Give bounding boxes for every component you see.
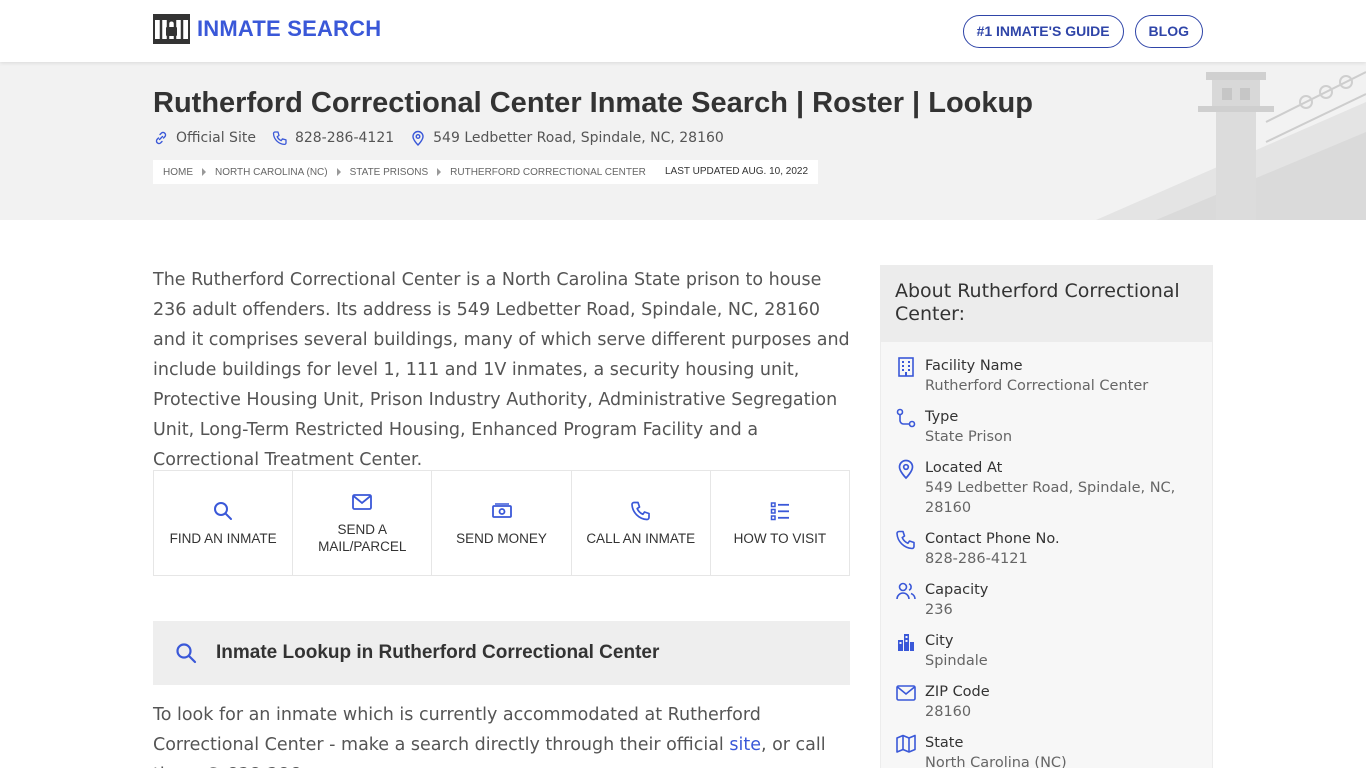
phone-number: 828-286-4121	[294, 130, 395, 146]
call-inmate-action[interactable]: CALL AN INMATE	[572, 471, 711, 575]
how-to-visit-action[interactable]: HOW TO VISIT	[711, 471, 849, 575]
find-inmate-label: FIND AN INMATE	[169, 530, 277, 546]
official-site-inline-link[interactable]: site	[729, 735, 761, 755]
fact-state: State North Carolina (NC)	[895, 733, 1212, 768]
search-icon	[176, 643, 197, 664]
phone-icon	[630, 501, 650, 520]
call-inmate-label: CALL AN INMATE	[586, 530, 696, 546]
fact-value: 549 Ledbetter Road, Spindale, NC, 28160	[925, 480, 1176, 516]
hero-banner: Rutherford Correctional Center Inmate Se…	[0, 62, 1366, 220]
send-money-label: SEND MONEY	[456, 530, 547, 546]
fact-city: City Spindale	[895, 631, 1212, 671]
list-icon	[770, 501, 789, 520]
fact-label: Capacity	[925, 582, 989, 598]
fact-zip-code: ZIP Code 28160	[895, 682, 1212, 722]
brand-name: INMATE SEARCH	[197, 16, 382, 41]
official-site-label: Official Site	[176, 130, 256, 146]
fact-label: City	[925, 633, 954, 649]
breadcrumb-current[interactable]: RUTHERFORD CORRECTIONAL CENTER	[450, 167, 646, 178]
money-icon	[491, 502, 512, 518]
phone-icon	[272, 131, 287, 146]
lookup-text-start: To look for an inmate which is currently…	[153, 705, 761, 755]
main-nav: #1 INMATE'S GUIDE BLOG	[962, 15, 1203, 48]
address-text: 549 Ledbetter Road, Spindale, NC, 28160	[433, 130, 724, 146]
send-money-action[interactable]: SEND MONEY	[432, 471, 572, 575]
facility-sidebar: About Rutherford Correctional Center: Fa…	[880, 265, 1213, 768]
lookup-paragraph: To look for an inmate which is currently…	[153, 700, 843, 768]
quick-actions: FIND AN INMATE SEND A MAIL/PARCEL SEND M…	[153, 470, 850, 576]
map-pin-icon	[412, 130, 424, 146]
phone-icon	[896, 530, 915, 550]
fact-value: 236	[925, 602, 953, 618]
site-logo[interactable]: INMATE SEARCH	[153, 14, 381, 44]
address: 549 Ledbetter Road, Spindale, NC, 28160	[410, 130, 724, 146]
breadcrumb-separator	[336, 168, 341, 176]
fact-label: ZIP Code	[925, 684, 990, 700]
nav-inmates-guide-button[interactable]: #1 INMATE'S GUIDE	[962, 15, 1124, 48]
link-icon	[155, 131, 167, 145]
fact-value: North Carolina (NC)	[925, 755, 1067, 768]
fact-label: Facility Name	[925, 358, 1023, 374]
inmate-lookup-header: Inmate Lookup in Rutherford Correctional…	[153, 621, 850, 685]
mail-icon	[352, 494, 373, 510]
lookup-title: Inmate Lookup in Rutherford Correctional…	[216, 642, 660, 663]
facility-facts: Facility Name Rutherford Correctional Ce…	[881, 342, 1212, 768]
send-mail-label: SEND A MAIL/PARCEL	[318, 522, 407, 554]
building-icon	[898, 357, 914, 377]
find-inmate-action[interactable]: FIND AN INMATE	[154, 471, 294, 575]
fact-contact-phone: Contact Phone No. 828-286-4121	[895, 529, 1212, 569]
official-site-link[interactable]: Official Site	[153, 130, 256, 146]
send-mail-action[interactable]: SEND A MAIL/PARCEL	[293, 471, 433, 575]
fact-type: Type State Prison	[895, 407, 1212, 447]
fact-capacity: Capacity 236	[895, 580, 1212, 620]
how-to-visit-label: HOW TO VISIT	[733, 530, 827, 546]
breadcrumb-state[interactable]: NORTH CAROLINA (NC)	[215, 167, 328, 178]
city-icon	[898, 634, 914, 651]
route-icon	[896, 408, 916, 428]
intro-paragraph: The Rutherford Correctional Center is a …	[153, 270, 850, 470]
site-header: INMATE SEARCH #1 INMATE'S GUIDE BLOG	[0, 0, 1366, 62]
fact-value: Rutherford Correctional Center	[925, 378, 1149, 394]
fact-value: Spindale	[925, 653, 988, 669]
fact-located-at: Located At 549 Ledbetter Road, Spindale,…	[895, 458, 1212, 518]
last-updated-badge: LAST UPDATED AUG. 10, 2022	[655, 160, 819, 184]
fact-value: 28160	[925, 704, 972, 720]
breadcrumb-category[interactable]: STATE PRISONS	[350, 167, 429, 178]
nav-blog-button[interactable]: BLOG	[1134, 15, 1203, 48]
page-title: Rutherford Correctional Center Inmate Se…	[153, 87, 1033, 119]
facility-meta: Official Site 828-286-4121 549 Ledbetter…	[153, 130, 740, 146]
fact-value: 828-286-4121	[925, 551, 1028, 567]
breadcrumb-separator	[202, 168, 206, 176]
fact-label: Contact Phone No.	[925, 531, 1060, 547]
prison-tower-illustration	[1036, 62, 1366, 220]
phone-link[interactable]: 828-286-4121	[272, 130, 394, 146]
fact-label: State	[925, 735, 964, 751]
breadcrumb: HOME NORTH CAROLINA (NC) STATE PRISONS R…	[153, 160, 656, 184]
fact-value: State Prison	[925, 429, 1013, 445]
mail-icon	[896, 685, 916, 701]
map-pin-icon	[898, 459, 914, 480]
fact-label: Type	[925, 409, 959, 425]
sidebar-title: About Rutherford Correctional Center:	[881, 266, 1212, 342]
search-icon	[214, 501, 233, 520]
jail-icon	[153, 14, 190, 44]
breadcrumb-separator	[437, 168, 442, 176]
users-icon	[896, 582, 916, 600]
fact-label: Located At	[925, 460, 1003, 476]
breadcrumb-home[interactable]: HOME	[163, 167, 193, 178]
map-icon	[896, 734, 916, 753]
fact-facility-name: Facility Name Rutherford Correctional Ce…	[895, 356, 1212, 396]
